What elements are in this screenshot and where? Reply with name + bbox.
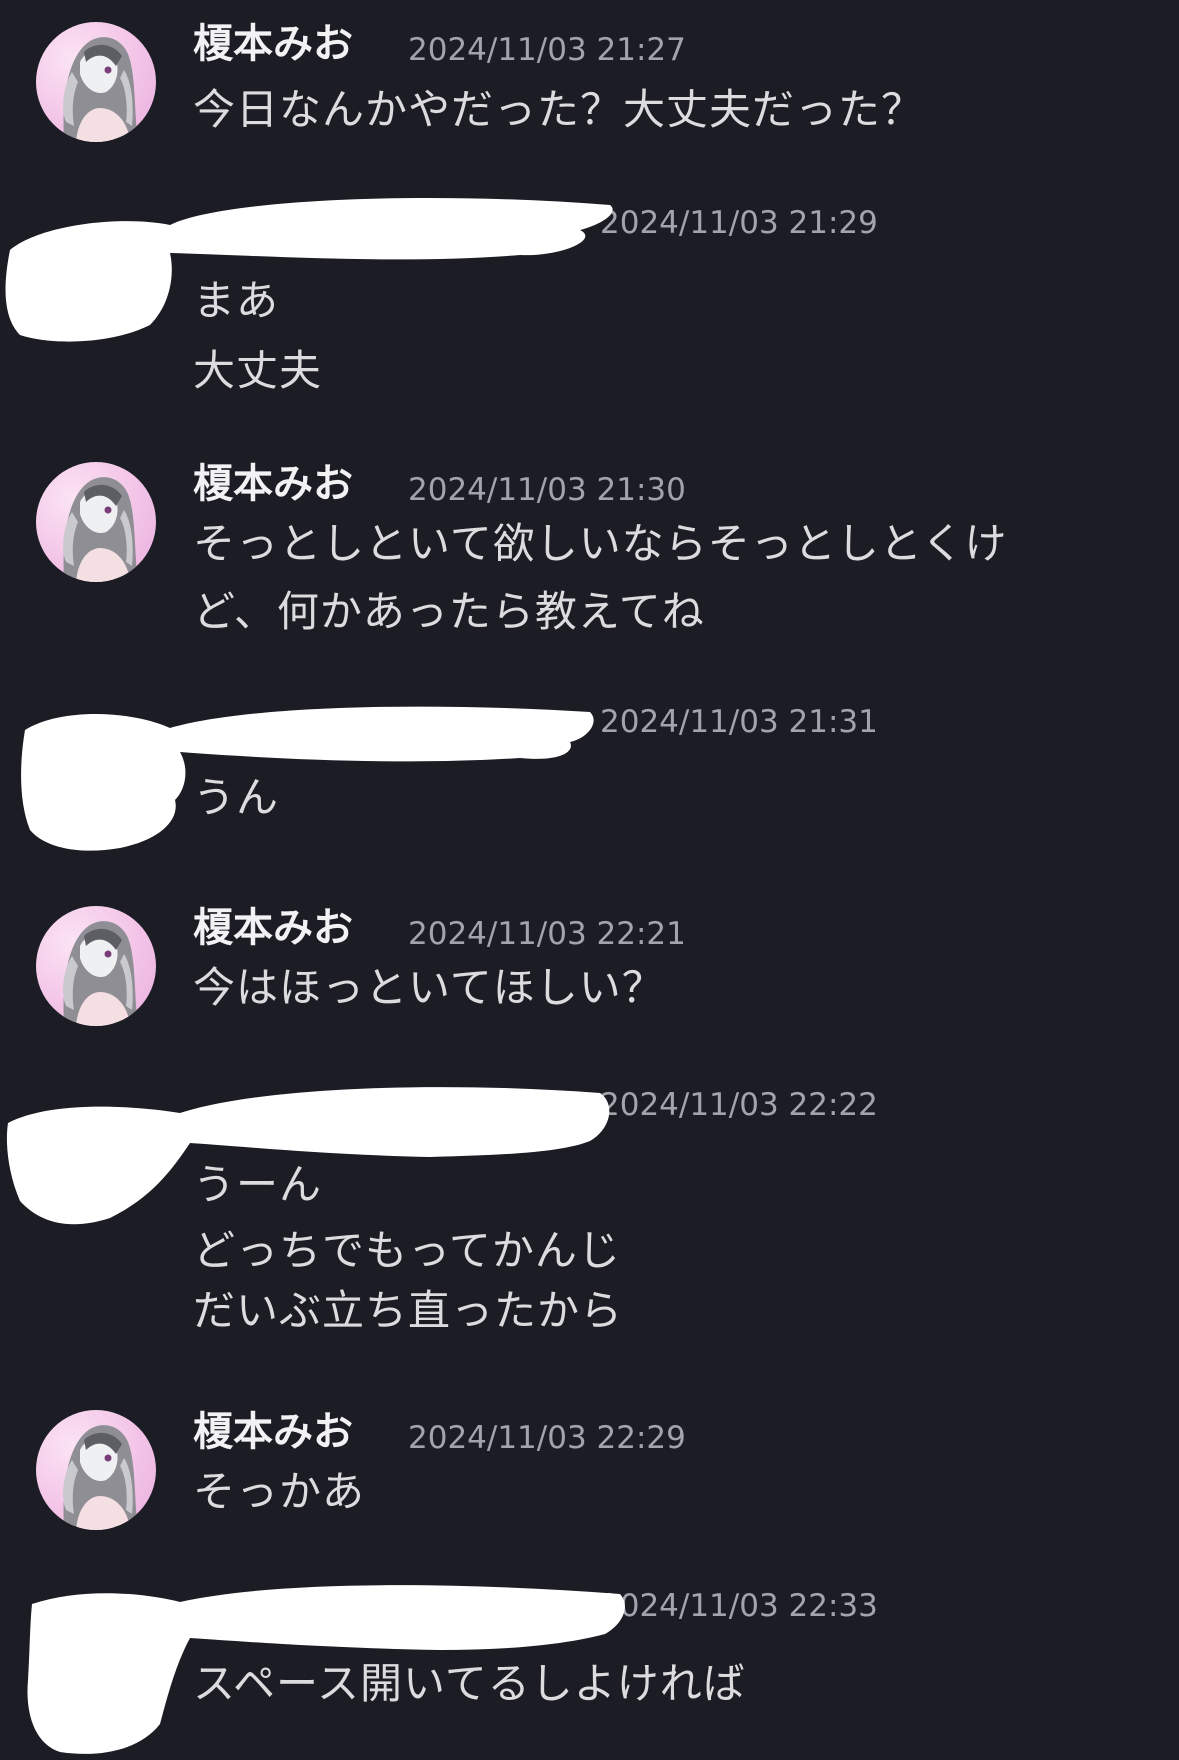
message-timestamp: 2024/11/03 21:31: [600, 704, 878, 740]
message-text: うーん: [193, 1160, 323, 1209]
redaction-mark: [5, 197, 613, 342]
message-text: 今日なんかやだった？大丈夫だった？: [193, 85, 925, 134]
message-text: ど、何かあったら教えてね: [193, 587, 705, 636]
redaction-mark: [21, 706, 594, 851]
message-text: そっかあ: [193, 1467, 366, 1516]
user-avatar-icon[interactable]: [36, 1410, 156, 1530]
message-text: だいぶ立ち直ったから: [193, 1286, 624, 1335]
message-text: スペース開いてるしよければ: [193, 1659, 746, 1708]
sender-name[interactable]: 榎本みお: [193, 460, 353, 508]
message-text: そっとしといて欲しいならそっとしとくけ: [193, 519, 1008, 568]
message-text: 今はほっといてほしい？: [193, 963, 665, 1012]
sender-name[interactable]: 榎本みお: [193, 904, 353, 952]
message-text: うん: [193, 773, 280, 822]
message-timestamp: 2024/11/03 22:22: [600, 1087, 878, 1123]
message-timestamp: 2024/11/03 22:33: [600, 1588, 878, 1624]
user-avatar-icon[interactable]: [36, 462, 156, 582]
user-avatar-icon[interactable]: [36, 906, 156, 1026]
message-text: どっちでもってかんじ: [193, 1226, 621, 1275]
message-timestamp: 2024/11/03 21:30: [408, 472, 686, 508]
message-timestamp: 2024/11/03 21:27: [408, 32, 686, 68]
message-timestamp: 2024/11/03 22:29: [408, 1420, 686, 1456]
message-text: 大丈夫: [193, 346, 323, 395]
message-timestamp: 2024/11/03 22:21: [408, 916, 686, 952]
message-timestamp: 2024/11/03 21:29: [600, 205, 878, 241]
message-text: まあ: [193, 276, 280, 325]
sender-name[interactable]: 榎本みお: [193, 20, 353, 68]
sender-name[interactable]: 榎本みお: [193, 1408, 353, 1456]
user-avatar-icon[interactable]: [36, 22, 156, 142]
chat-log: 榎本みお 2024/11/03 21:27 今日なんかやだった？大丈夫だった？ …: [0, 0, 1179, 1760]
